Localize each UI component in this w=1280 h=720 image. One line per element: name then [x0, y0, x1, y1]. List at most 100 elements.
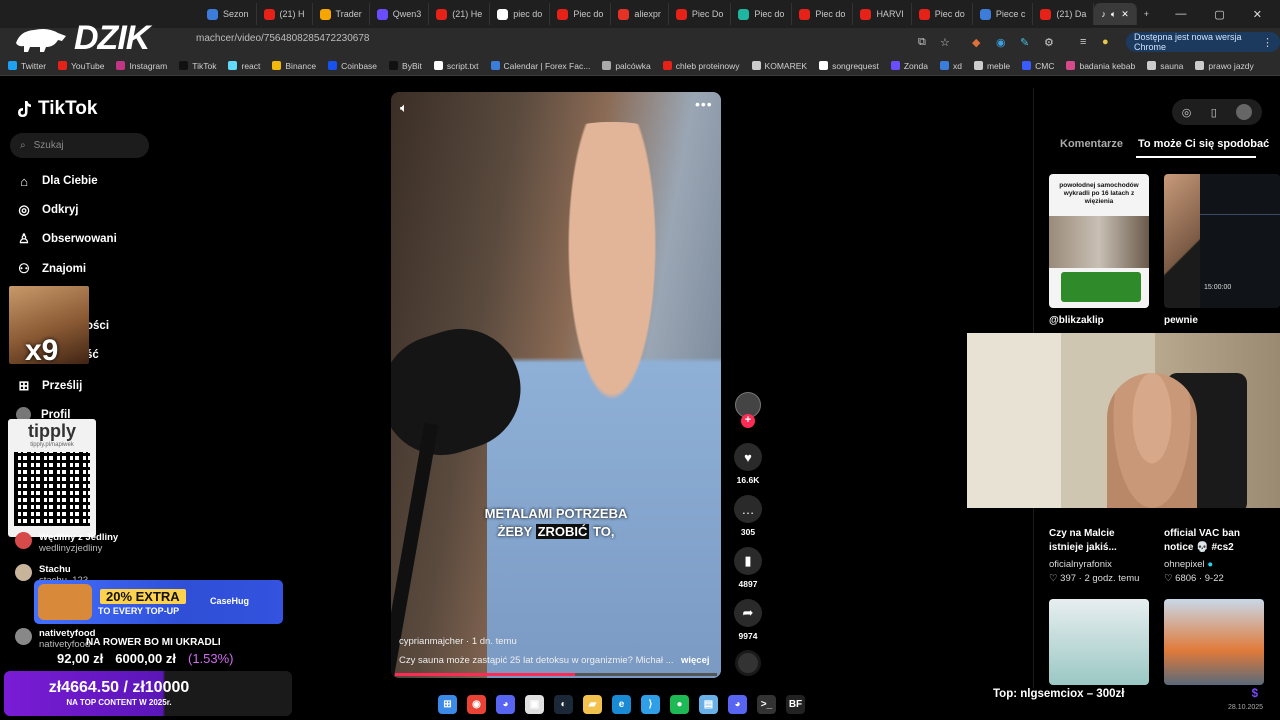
bookmark-item[interactable]: Zonda — [890, 61, 928, 71]
bookmark-item[interactable]: script.txt — [433, 61, 479, 71]
edge-icon[interactable]: e — [612, 694, 631, 714]
discord-icon[interactable]: ◕ — [496, 694, 515, 714]
following-item[interactable]: Wędliny z Jedliny wedlinyzjedliny — [15, 532, 118, 554]
audio-icon[interactable]: 🔈︎ — [1111, 9, 1116, 20]
browser-tab[interactable]: aliexpr — [611, 3, 669, 25]
spotify-icon[interactable]: ● — [670, 694, 689, 714]
bookmark-item[interactable]: chleb proteinowy — [662, 61, 740, 71]
nav-upload[interactable]: ⊞ Prześlij — [16, 378, 83, 394]
bookmark-item[interactable]: ByBit — [389, 61, 422, 71]
more-options-icon[interactable]: ••• — [695, 96, 713, 112]
steam-icon[interactable]: ◐ — [554, 694, 573, 714]
bookmark-item[interactable]: xd — [939, 61, 962, 71]
browser-tab[interactable]: Piec do — [792, 3, 854, 25]
browser-tab[interactable]: Qwen3 — [370, 3, 430, 25]
music-disc-icon[interactable] — [735, 650, 761, 676]
terminal-icon[interactable]: >_ — [757, 694, 776, 714]
close-icon[interactable]: ✕ — [1253, 8, 1262, 21]
avatar[interactable] — [1236, 104, 1253, 120]
following-item[interactable]: nativetyfood nativetyfood — [15, 628, 95, 650]
browser-tab[interactable]: piec do — [490, 3, 551, 25]
new-tab-button[interactable]: + — [1137, 3, 1156, 25]
bookmark-item[interactable]: badania kebab — [1066, 61, 1135, 71]
like-button[interactable]: ♥ 16.6K — [734, 443, 762, 485]
browser-tab[interactable]: Piece c — [973, 3, 1034, 25]
bookmark-item[interactable]: YouTube — [58, 61, 104, 71]
nav-activity[interactable]: ości — [86, 320, 109, 332]
search-input[interactable]: ⌕ Szukaj — [10, 133, 149, 158]
volume-icon[interactable]: 🔈︎ — [400, 100, 408, 116]
active-tab[interactable]: ♪ 🔈︎ ✕ — [1094, 3, 1137, 25]
bookmark-item[interactable]: KOMAREK — [751, 61, 807, 71]
windows-icon[interactable]: ⊞ — [438, 694, 457, 714]
follow-button[interactable]: + — [741, 414, 755, 428]
bookmark-item[interactable]: palcówka — [602, 61, 651, 71]
extension-icon[interactable]: ✎ — [1020, 36, 1029, 49]
install-icon[interactable]: ⧉ — [918, 36, 926, 49]
browser-tab[interactable]: HARVI — [853, 3, 912, 25]
browser-tab[interactable]: Piec Do — [669, 3, 732, 25]
browser-tab[interactable]: (21) H — [257, 3, 313, 25]
folder-icon[interactable]: ▰ — [583, 694, 602, 714]
puzzle-icon[interactable]: ⚙ — [1044, 36, 1054, 49]
share-button[interactable]: ➦ 9974 — [734, 599, 762, 641]
bookmark-item[interactable]: Calendar | Forex Fac... — [490, 61, 590, 71]
scan-icon[interactable]: ◎ — [1182, 106, 1192, 119]
nav-following[interactable]: ♙ Obserwowani — [16, 231, 117, 247]
video-player[interactable] — [391, 92, 721, 678]
bookmark-item[interactable]: CMC — [1022, 61, 1054, 71]
notepad-icon[interactable]: ▤ — [699, 694, 718, 714]
save-button[interactable]: ▮ 4897 — [734, 547, 762, 589]
tab-comments[interactable]: Komentarze — [1060, 138, 1123, 150]
bookmark-item[interactable]: Binance — [272, 61, 316, 71]
creator-handle[interactable]: @blikzaklip — [1049, 315, 1104, 326]
bookmark-item[interactable]: songrequest — [819, 61, 879, 71]
browser-tab[interactable]: Sezon — [200, 3, 257, 25]
tab-recommended[interactable]: To może Ci się spodobać — [1138, 138, 1269, 150]
url-field[interactable]: machcer/video/7564808285472230678 — [196, 33, 369, 44]
reading-list-icon[interactable]: ≡ — [1080, 36, 1086, 48]
more-link[interactable]: więcej — [681, 655, 710, 666]
video-thumbnail[interactable] — [1164, 599, 1264, 685]
nav-friends[interactable]: ⚇ Znajomi — [16, 261, 86, 277]
star-icon[interactable]: ☆ — [940, 36, 950, 49]
extension-icon[interactable]: ◆ — [972, 36, 980, 49]
video-thumbnail[interactable]: 15:00:00 — [1164, 174, 1280, 308]
browser-tab[interactable]: (21) Da — [1033, 3, 1095, 25]
phone-icon[interactable]: ▯ — [1211, 106, 1217, 119]
creator-handle[interactable]: pewnie — [1164, 315, 1198, 326]
browser-tab[interactable]: Piec do — [912, 3, 973, 25]
discord2-icon[interactable]: ◕ — [728, 694, 747, 714]
bookmark-item[interactable]: sauna — [1147, 61, 1183, 71]
browser-tab[interactable]: (21) He — [429, 3, 491, 25]
chrome-icon[interactable]: ◉ — [467, 694, 486, 714]
tiktok-logo[interactable]: TikTok — [16, 98, 97, 120]
browser-tab[interactable]: Piec do — [550, 3, 612, 25]
bookmark-item[interactable]: Instagram — [116, 61, 167, 71]
app-icon[interactable]: ▣ — [525, 694, 544, 714]
video-author[interactable]: cyprianmajcher · 1 dn. temu — [399, 636, 517, 647]
browser-tab[interactable]: Piec do — [731, 3, 793, 25]
chrome-update-button[interactable]: Dostępna jest nowa wersja Chrome — [1126, 32, 1280, 52]
video-creator[interactable]: oficialnyrafonix — [1049, 559, 1112, 570]
bookmark-item[interactable]: Coinbase — [328, 61, 377, 71]
video-title[interactable]: Czy na Malcie istnieje jakiś... — [1049, 527, 1117, 555]
close-tab-icon[interactable]: ✕ — [1121, 9, 1129, 20]
extension-icon[interactable]: ◉ — [996, 36, 1006, 49]
comment-button[interactable]: … 305 — [734, 495, 762, 537]
maximize-icon[interactable]: ▢ — [1214, 8, 1224, 21]
bookmark-item[interactable]: TikTok — [179, 61, 216, 71]
video-progress-bar[interactable] — [395, 673, 717, 676]
bookmark-item[interactable]: Twitter — [8, 61, 46, 71]
bf-icon[interactable]: BF — [786, 694, 805, 714]
bookmark-item[interactable]: prawo jazdy — [1195, 61, 1254, 71]
vscode-icon[interactable]: ⟩ — [641, 694, 660, 714]
bookmark-item[interactable]: meble — [973, 61, 1010, 71]
browser-tab[interactable]: Trader — [313, 3, 370, 25]
profile-icon[interactable]: ● — [1102, 36, 1109, 48]
video-thumbnail[interactable] — [1049, 599, 1149, 685]
video-title[interactable]: official VAC ban notice 💀 #cs2 — [1164, 527, 1240, 555]
video-creator[interactable]: ohnepixel ● — [1164, 559, 1213, 570]
menu-icon[interactable]: ⋮ — [1262, 36, 1273, 49]
nav-for-you[interactable]: ⌂ Dla Ciebie — [16, 173, 98, 189]
